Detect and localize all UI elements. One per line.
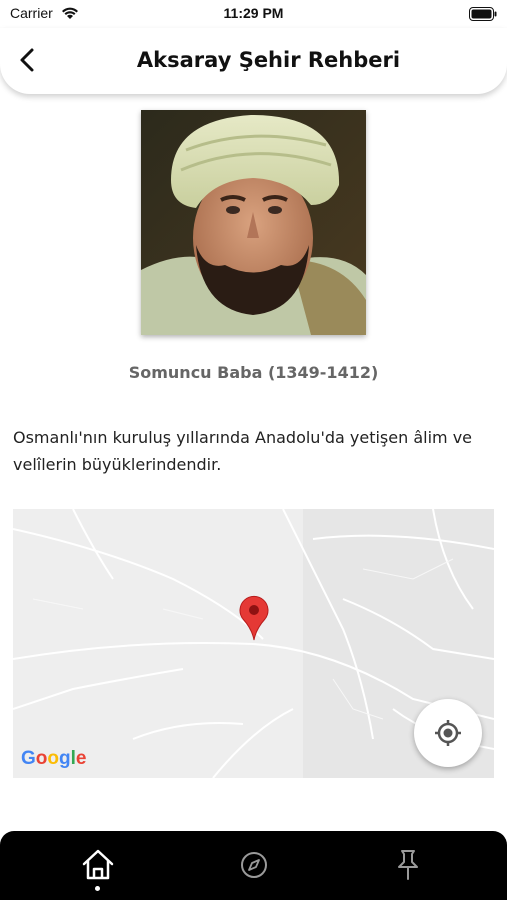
app-header: Aksaray Şehir Rehberi	[0, 28, 507, 94]
locate-me-button[interactable]	[414, 699, 482, 767]
back-button[interactable]	[12, 44, 44, 76]
portrait-image	[141, 110, 366, 335]
crosshair-icon	[435, 720, 461, 746]
tab-home[interactable]	[78, 845, 118, 885]
battery-icon	[469, 6, 497, 21]
description-text: Osmanlı'nın kuruluş yıllarında Anadolu'd…	[13, 428, 473, 474]
tab-bar	[0, 831, 507, 900]
selected-tab-indicator	[95, 886, 100, 891]
compass-icon	[241, 852, 267, 878]
tab-explore[interactable]	[234, 845, 274, 885]
pin-icon	[398, 850, 418, 880]
status-bar: Carrier 11:29 PM	[0, 0, 507, 28]
map-pin-icon[interactable]	[238, 595, 270, 641]
google-logo: Google	[21, 748, 87, 769]
tab-pinned[interactable]	[388, 845, 428, 885]
home-icon	[82, 849, 114, 880]
chevron-left-icon	[20, 48, 34, 72]
page-title: Aksaray Şehir Rehberi	[136, 48, 401, 72]
status-time: 11:29 PM	[223, 5, 284, 21]
map-view[interactable]: Google	[13, 509, 494, 778]
figure-caption: Somuncu Baba (1349-1412)	[128, 363, 379, 382]
